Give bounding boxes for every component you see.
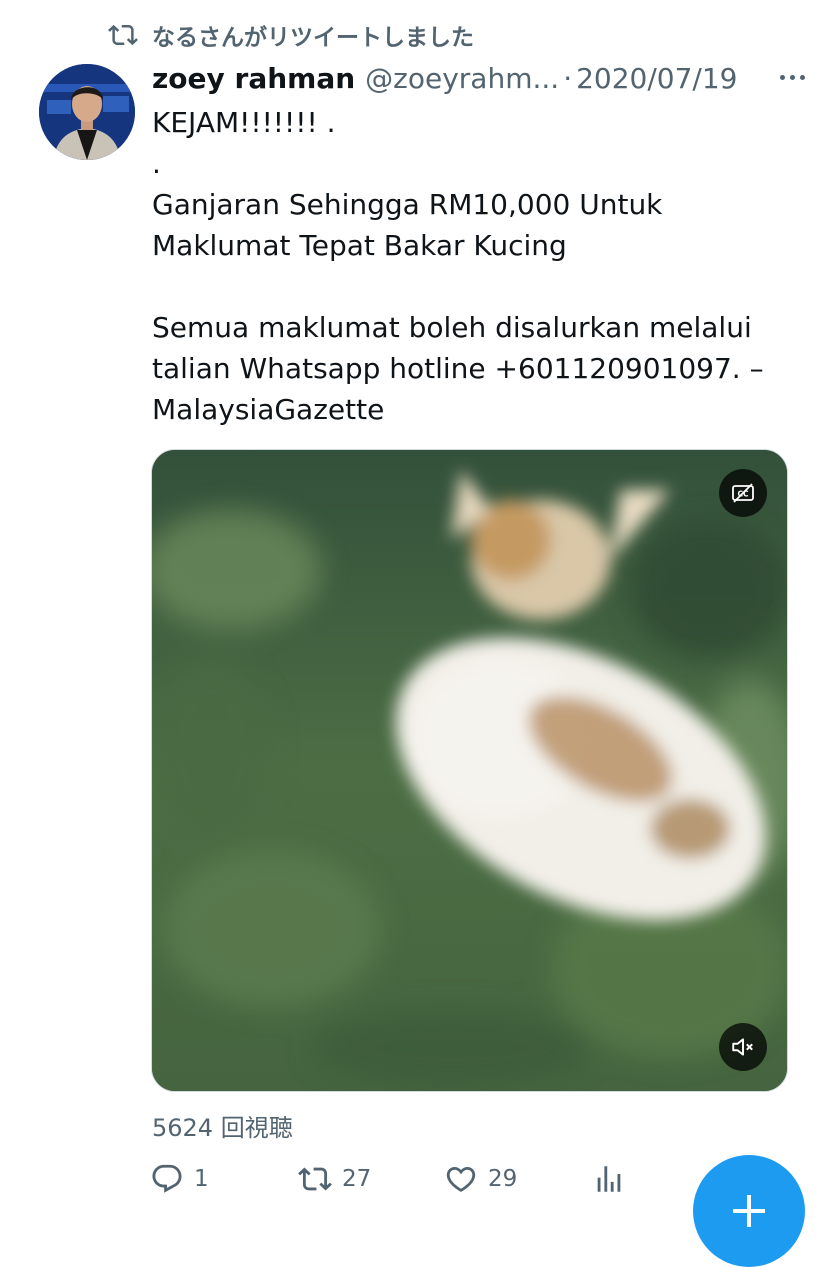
- tweet-header: zoey rahman @zoeyrahm... · 2020/07/19: [152, 58, 812, 98]
- author-handle[interactable]: @zoeyrahm...: [365, 62, 559, 95]
- like-button[interactable]: 29: [444, 1155, 517, 1203]
- mute-button[interactable]: [719, 1023, 767, 1071]
- more-button[interactable]: [772, 62, 812, 92]
- analytics-icon: [597, 1166, 621, 1192]
- video-player[interactable]: CC: [151, 449, 788, 1092]
- view-count: 5624 回視聴: [152, 1114, 293, 1142]
- heart-icon: [446, 1166, 476, 1192]
- tweet-text: KEJAM!!!!!!! . . Ganjaran Sehingga RM10,…: [152, 106, 764, 426]
- retweet-context[interactable]: なるさんがリツイートしました: [108, 18, 474, 52]
- avatar-image: [39, 64, 135, 160]
- author-name[interactable]: zoey rahman: [152, 62, 355, 95]
- reply-button[interactable]: 1: [150, 1155, 209, 1203]
- retweet-icon: [108, 24, 138, 46]
- more-icon: [779, 74, 785, 80]
- captions-button[interactable]: CC: [719, 469, 767, 517]
- reply-icon: [152, 1164, 182, 1193]
- retweet-icon: [298, 1167, 332, 1191]
- retweet-count: 27: [342, 1166, 372, 1192]
- captions-icon: CC: [732, 483, 754, 503]
- retweet-label: なるさんがリツイートしました: [152, 25, 474, 51]
- avatar[interactable]: [39, 64, 135, 160]
- analytics-button[interactable]: [592, 1155, 626, 1203]
- retweet-button[interactable]: 27: [298, 1155, 371, 1203]
- video-thumbnail: [152, 450, 787, 1091]
- reply-count: 1: [194, 1166, 209, 1192]
- action-bar: 1 27 29: [150, 1155, 630, 1203]
- tweet-date[interactable]: 2020/07/19: [576, 62, 737, 95]
- like-count: 29: [488, 1166, 518, 1192]
- separator: ·: [563, 61, 573, 95]
- mute-icon: [732, 1038, 753, 1056]
- compose-button[interactable]: [693, 1155, 805, 1267]
- plus-icon: [733, 1195, 765, 1227]
